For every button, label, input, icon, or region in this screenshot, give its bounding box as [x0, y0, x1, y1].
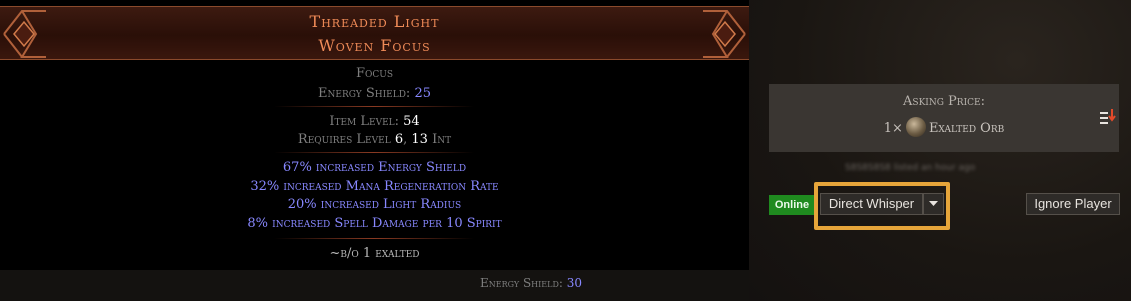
requirements: Requires Level 6, 13 Int	[0, 132, 749, 147]
explicit-mod: 32% increased Mana Regeneration Rate	[250, 179, 499, 194]
item-name-line1: Threaded Light	[309, 12, 440, 31]
exalted-orb-icon	[905, 117, 926, 137]
asking-price-value: 1× Exalted Orb	[769, 117, 1119, 137]
asking-price-box: Asking Price: 1× Exalted Orb	[769, 84, 1119, 152]
item-tooltip: Threaded Light Woven Focus Focus Energy …	[0, 0, 749, 270]
explicit-mod: 8% increased Spell Damage per 10 Spirit	[247, 216, 502, 231]
direct-whisper-button[interactable]: Direct Whisper	[820, 193, 923, 215]
seller-info: S8S8S8S8 listed an hour ago	[845, 163, 976, 173]
item-level-value: 54	[403, 114, 420, 129]
requires-int-label: Int	[432, 132, 452, 147]
explicit-mod: 20% increased Light Radius	[287, 197, 462, 212]
price-note: ~b/o 1 exalted	[329, 246, 420, 261]
sort-descending-icon[interactable]	[1100, 108, 1116, 126]
item-base-type: Focus	[355, 66, 394, 81]
asking-price-label: Asking Price:	[903, 94, 985, 109]
requires-separator: ,	[403, 132, 408, 147]
pseudo-energy-shield-label: Energy Shield:	[479, 276, 563, 290]
requires-label: Requires Level	[297, 132, 391, 147]
separator	[274, 106, 474, 107]
ignore-player-button[interactable]: Ignore Player	[1026, 193, 1120, 215]
separator	[274, 152, 474, 153]
requires-level-value: 6	[394, 132, 404, 147]
separator	[274, 238, 474, 239]
requires-int-value: 13	[411, 132, 428, 147]
online-status-badge: Online	[769, 195, 815, 215]
item-header: Threaded Light Woven Focus	[0, 6, 749, 60]
energy-shield-label: Energy Shield:	[318, 86, 411, 101]
price-quantity: 1×	[883, 121, 903, 136]
energy-shield-property: Energy Shield: 25	[0, 86, 749, 101]
item-name-line2: Woven Focus	[318, 36, 431, 55]
item-level-label: Item Level:	[329, 114, 399, 129]
chevron-down-icon	[929, 201, 938, 206]
currency-name: Exalted Orb	[928, 121, 1005, 136]
item-level: Item Level: 54	[0, 114, 749, 129]
pseudo-energy-shield-value: 30	[566, 276, 583, 290]
pseudo-energy-shield: Energy Shield: 30	[0, 276, 1062, 290]
energy-shield-value: 25	[414, 86, 431, 101]
explicit-mod: 67% increased Energy Shield	[282, 160, 467, 175]
whisper-options-dropdown[interactable]	[923, 193, 944, 215]
